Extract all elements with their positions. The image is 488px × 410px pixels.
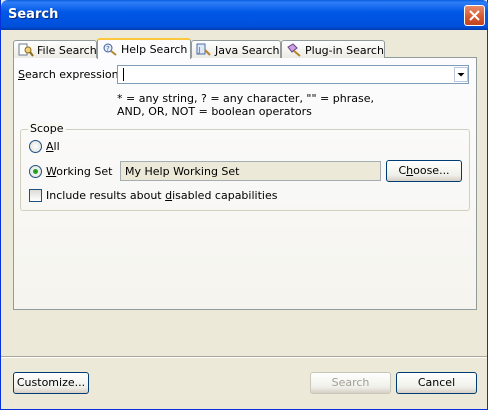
working-set-field: My Help Working Set bbox=[120, 161, 381, 181]
scope-all-label[interactable]: All bbox=[46, 140, 60, 153]
window-title: Search bbox=[8, 7, 59, 22]
scope-working-set-radio[interactable] bbox=[29, 165, 42, 178]
choose-button[interactable]: Choose... bbox=[386, 160, 462, 182]
search-button[interactable]: Search bbox=[310, 372, 391, 394]
tab-plugin-search[interactable]: Plug-in Search bbox=[281, 40, 385, 58]
tab-label: Java Search bbox=[215, 44, 280, 57]
file-search-icon bbox=[18, 43, 34, 57]
plugin-search-icon bbox=[286, 43, 302, 57]
search-dialog: Search File Search ? Help Search J Java … bbox=[0, 0, 488, 410]
combo-dropdown-button[interactable] bbox=[453, 67, 468, 82]
tab-label: File Search bbox=[37, 44, 97, 57]
java-search-icon: J bbox=[196, 43, 212, 57]
include-disabled-checkbox[interactable] bbox=[29, 189, 42, 202]
scope-working-set-label[interactable]: Working Set bbox=[46, 165, 112, 178]
search-expression-label: Search expression: bbox=[18, 68, 123, 81]
help-search-icon: ? bbox=[102, 42, 118, 56]
include-disabled-label[interactable]: Include results about disabled capabilit… bbox=[46, 189, 277, 202]
title-bar[interactable]: Search bbox=[1, 0, 488, 30]
text-caret bbox=[123, 68, 124, 81]
tab-help-search[interactable]: ? Help Search bbox=[97, 38, 191, 59]
tab-file-search[interactable]: File Search bbox=[13, 40, 97, 58]
customize-button[interactable]: Customize... bbox=[13, 372, 89, 394]
close-button[interactable] bbox=[464, 5, 485, 26]
cancel-button[interactable]: Cancel bbox=[396, 372, 477, 394]
search-syntax-hint: * = any string, ? = any character, "" = … bbox=[117, 92, 374, 118]
scope-all-radio[interactable] bbox=[29, 140, 42, 153]
close-icon bbox=[469, 10, 480, 21]
tab-label: Help Search bbox=[121, 43, 188, 56]
chevron-down-icon bbox=[454, 67, 468, 82]
radio-selected-dot bbox=[33, 169, 38, 174]
svg-text:J: J bbox=[198, 46, 201, 54]
search-expression-combo[interactable] bbox=[117, 65, 469, 84]
tab-label: Plug-in Search bbox=[305, 44, 384, 57]
tab-java-search[interactable]: J Java Search bbox=[191, 40, 281, 58]
scope-legend: Scope bbox=[28, 122, 66, 135]
footer-separator bbox=[1, 356, 487, 358]
svg-text:?: ? bbox=[106, 45, 110, 53]
